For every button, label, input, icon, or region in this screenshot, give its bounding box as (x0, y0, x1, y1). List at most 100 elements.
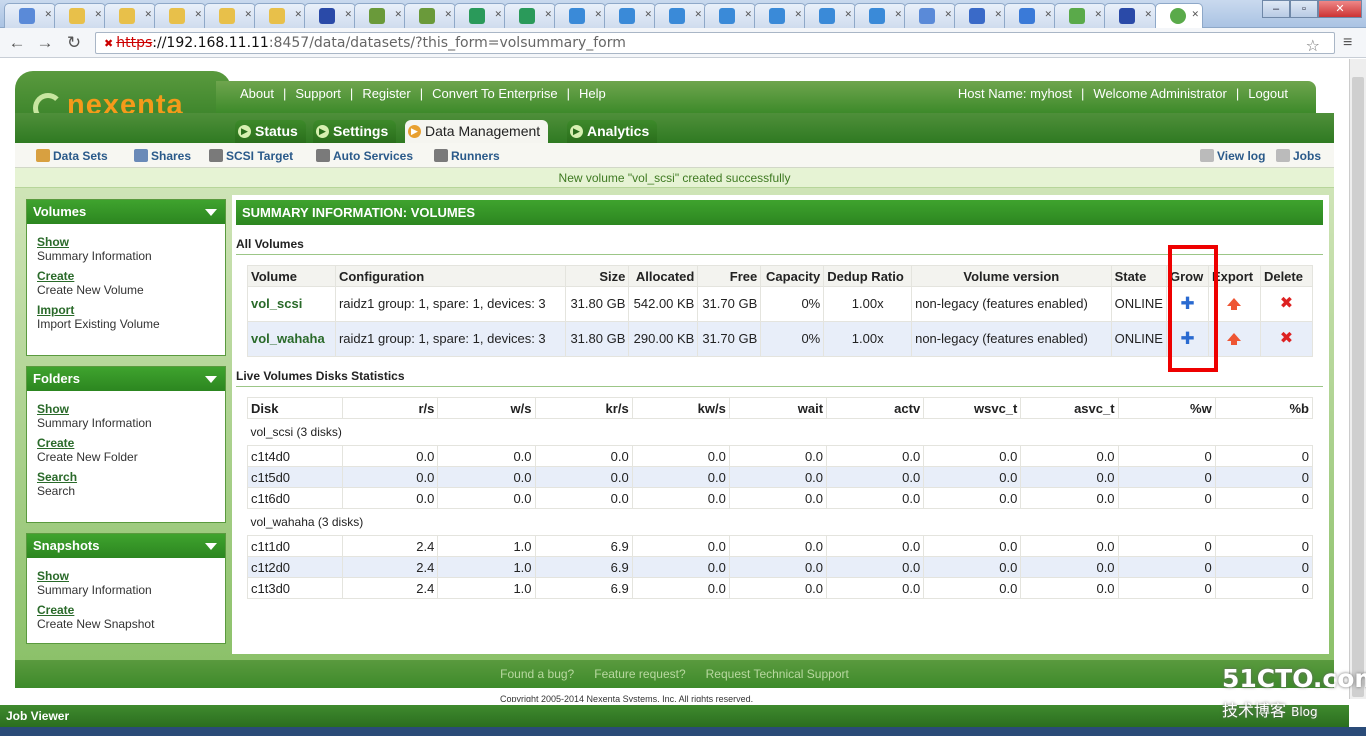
close-tab-icon[interactable]: ✕ (1094, 9, 1102, 20)
close-tab-icon[interactable]: ✕ (894, 9, 902, 20)
browser-tab[interactable]: ✕ (4, 3, 56, 28)
column-header[interactable]: Configuration (334, 265, 567, 287)
browser-tab[interactable]: ✕ (1004, 3, 1056, 28)
close-tab-icon[interactable]: ✕ (594, 9, 602, 20)
close-window-button[interactable]: ✕ (1318, 0, 1362, 18)
reload-icon[interactable]: ↻ (63, 33, 85, 53)
browser-tab[interactable]: ✕ (754, 3, 806, 28)
scrollbar-thumb[interactable] (1352, 77, 1364, 697)
close-tab-icon[interactable]: ✕ (744, 9, 752, 20)
browser-tab[interactable]: ✕ (1054, 3, 1106, 28)
panel-header[interactable]: Folders (27, 367, 225, 391)
top-link-support[interactable]: Support (295, 86, 341, 101)
browser-tab[interactable]: ✕ (604, 3, 656, 28)
disk-column-header[interactable]: asvc_t (1020, 397, 1119, 419)
top-link-convert-to-enterprise[interactable]: Convert To Enterprise (432, 86, 558, 101)
collapse-arrow-icon[interactable] (205, 543, 217, 550)
collapse-arrow-icon[interactable] (205, 376, 217, 383)
export-arrow-icon[interactable] (1227, 333, 1242, 345)
panel-link[interactable]: Show (37, 235, 215, 249)
column-header[interactable]: Volume (247, 265, 336, 287)
forward-arrow-icon[interactable]: → (34, 33, 56, 53)
panel-link[interactable]: Show (37, 402, 215, 416)
browser-tab[interactable]: ✕ (454, 3, 506, 28)
close-tab-icon[interactable]: ✕ (994, 9, 1002, 20)
browser-tab[interactable]: ✕ (354, 3, 406, 28)
disk-column-header[interactable]: kr/s (534, 397, 633, 419)
top-link-register[interactable]: Register (362, 86, 410, 101)
panel-link[interactable]: Create (37, 603, 215, 617)
browser-tab[interactable]: ✕ (704, 3, 756, 28)
subnav-view-log[interactable]: View log (1200, 149, 1265, 163)
browser-tab[interactable]: ✕ (304, 3, 356, 28)
cell-volume[interactable]: vol_scsi (247, 286, 336, 322)
browser-tab[interactable]: ✕ (954, 3, 1006, 28)
close-tab-icon[interactable]: ✕ (144, 9, 152, 20)
back-arrow-icon[interactable]: ← (6, 33, 28, 53)
column-header[interactable]: Size (565, 265, 630, 287)
column-header[interactable]: Delete (1259, 265, 1314, 287)
close-tab-icon[interactable]: ✕ (1191, 9, 1199, 20)
subnav-shares[interactable]: Shares (134, 149, 191, 163)
panel-link[interactable]: Show (37, 569, 215, 583)
tab-analytics[interactable]: ▶ Analytics (567, 120, 658, 143)
browser-tab[interactable]: ✕ (654, 3, 706, 28)
top-link-about[interactable]: About (240, 86, 274, 101)
top-link-help[interactable]: Help (579, 86, 606, 101)
delete-x-icon[interactable]: ✖ (1280, 330, 1293, 347)
disk-column-header[interactable]: %b (1214, 397, 1314, 419)
footer-link[interactable]: Request Technical Support (706, 667, 849, 681)
subnav-auto-services[interactable]: Auto Services (316, 149, 413, 163)
column-header[interactable]: Dedup Ratio (823, 265, 913, 287)
column-header[interactable]: Allocated (628, 265, 699, 287)
browser-tab[interactable]: ✕ (554, 3, 606, 28)
panel-header[interactable]: Volumes (27, 200, 225, 224)
browser-tab[interactable]: ✕ (904, 3, 956, 28)
delete-x-icon[interactable]: ✖ (1280, 295, 1293, 312)
panel-link[interactable]: Import (37, 303, 215, 317)
column-header[interactable]: Capacity (760, 265, 825, 287)
tab-status[interactable]: ▶ Status (235, 120, 306, 143)
close-tab-icon[interactable]: ✕ (494, 9, 502, 20)
minimize-button[interactable]: ‒ (1262, 0, 1290, 18)
vertical-scrollbar[interactable] (1349, 59, 1366, 699)
close-tab-icon[interactable]: ✕ (444, 9, 452, 20)
panel-link[interactable]: Create (37, 269, 215, 283)
browser-tab[interactable]: ✕ (204, 3, 256, 28)
disk-column-header[interactable]: wait (728, 397, 828, 419)
subnav-scsi-target[interactable]: SCSI Target (209, 149, 293, 163)
job-viewer-bar[interactable]: Job Viewer (0, 705, 1349, 727)
browser-tab[interactable]: ✕ (1104, 3, 1156, 28)
panel-link[interactable]: Create (37, 436, 215, 450)
close-tab-icon[interactable]: ✕ (694, 9, 702, 20)
column-header[interactable]: State (1110, 265, 1167, 287)
close-tab-icon[interactable]: ✕ (544, 9, 552, 20)
close-tab-icon[interactable]: ✕ (1144, 9, 1152, 20)
browser-tab-active[interactable]: ✕ (1155, 3, 1203, 28)
browser-menu-icon[interactable]: ≡ (1343, 34, 1352, 52)
browser-tab[interactable]: ✕ (404, 3, 456, 28)
cell-volume[interactable]: vol_wahaha (247, 321, 336, 357)
footer-link[interactable]: Found a bug? (500, 667, 574, 681)
subnav-runners[interactable]: Runners (434, 149, 500, 163)
disk-column-header[interactable]: actv (826, 397, 925, 419)
close-tab-icon[interactable]: ✕ (644, 9, 652, 20)
url-input[interactable]: ✖ https://192.168.11.11:8457/data/dataset… (95, 32, 1335, 55)
browser-tab[interactable]: ✕ (804, 3, 856, 28)
browser-tab[interactable]: ✕ (104, 3, 156, 28)
close-tab-icon[interactable]: ✕ (294, 9, 302, 20)
close-tab-icon[interactable]: ✕ (244, 9, 252, 20)
disk-column-header[interactable]: r/s (342, 397, 439, 419)
maximize-button[interactable]: ▫ (1290, 0, 1318, 18)
close-tab-icon[interactable]: ✕ (1044, 9, 1052, 20)
close-tab-icon[interactable]: ✕ (394, 9, 402, 20)
close-tab-icon[interactable]: ✕ (44, 9, 52, 20)
close-tab-icon[interactable]: ✕ (344, 9, 352, 20)
close-tab-icon[interactable]: ✕ (94, 9, 102, 20)
browser-tab[interactable]: ✕ (854, 3, 906, 28)
browser-tab[interactable]: ✕ (504, 3, 556, 28)
close-tab-icon[interactable]: ✕ (844, 9, 852, 20)
export-arrow-icon[interactable] (1227, 298, 1242, 310)
close-tab-icon[interactable]: ✕ (944, 9, 952, 20)
disk-column-header[interactable]: %w (1117, 397, 1216, 419)
